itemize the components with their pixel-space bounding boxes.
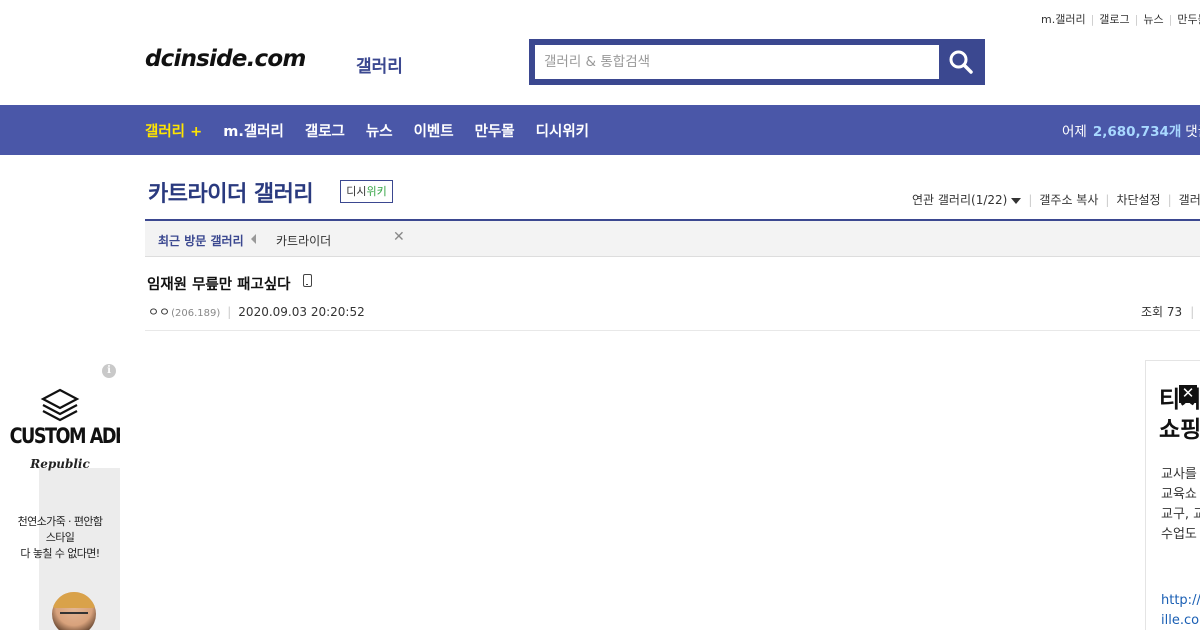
stats-value: 2,680,734개 xyxy=(1092,124,1182,140)
ad-brand: CUSTOM ADE xyxy=(9,424,120,448)
top-utility-menu: m.갤러리 | 갤로그 | 뉴스 | 만두몰 xyxy=(1041,11,1200,27)
recent-visit-bar: 최근 방문 갤러리 카트라이더 ✕ xyxy=(145,219,1200,257)
ad-copy-line: 스타일 xyxy=(45,531,75,544)
ad-close-icon[interactable]: ✕ xyxy=(1179,385,1197,403)
post-title: 임재원 무릎만 패고싶다 xyxy=(147,277,291,293)
separator: | xyxy=(1105,193,1110,207)
ad-copy: 천연소가죽 · 편안함 스타일 다 놓칠 수 없다면! xyxy=(0,514,120,562)
brand-logo-icon xyxy=(40,388,80,422)
ad-brand-script: Republic xyxy=(30,457,90,471)
close-icon[interactable]: ✕ xyxy=(393,229,405,245)
block-settings-button[interactable]: 차단설정 xyxy=(1116,193,1160,207)
search-input[interactable] xyxy=(535,45,939,79)
gnb-item-gallery[interactable]: 갤러리 + xyxy=(145,120,202,141)
right-ad-banner[interactable]: 티처 쇼핑 ✕ 교사를 교육쇼 교구, 교 수업도 http://s ille.… xyxy=(1145,360,1200,630)
author-ip: (206.189) xyxy=(171,308,221,319)
views-label: 조회 xyxy=(1141,305,1164,319)
gnb-item-gallog[interactable]: 갤로그 xyxy=(305,120,345,141)
separator: | xyxy=(1190,305,1195,319)
gnb-menu: 갤러리 + m.갤러리 갤로그 뉴스 이벤트 만두몰 디시위키 xyxy=(145,105,610,155)
copy-gallery-url-button[interactable]: 갤주소 복사 xyxy=(1039,193,1098,207)
ad-url-line: http://s xyxy=(1161,593,1200,608)
ad-body: 교사를 교육쇼 교구, 교 수업도 xyxy=(1161,465,1200,545)
separator: | xyxy=(1028,193,1033,207)
top-menu-mall[interactable]: 만두몰 xyxy=(1177,13,1200,26)
ad-body-line: 교육쇼 xyxy=(1161,487,1197,502)
global-nav: 갤러리 + m.갤러리 갤로그 뉴스 이벤트 만두몰 디시위키 어제 2,680… xyxy=(0,105,1200,155)
ad-copy-line: 천연소가죽 · 편안함 xyxy=(17,515,103,528)
gallery-actions: 연관 갤러리(1/22) | 갤주소 복사 | 차단설정 | 갤러리 xyxy=(912,191,1200,208)
gnb-item-wiki[interactable]: 디시위키 xyxy=(536,120,589,141)
search-icon xyxy=(949,50,973,74)
wiki-badge[interactable]: 디시위키 xyxy=(340,180,393,203)
author-nickname[interactable]: ㅇㅇ xyxy=(148,305,170,319)
caret-down-icon xyxy=(1011,197,1022,204)
search-box xyxy=(529,39,985,85)
ad-url-link[interactable]: http://s ille.co.kr xyxy=(1161,591,1200,630)
separator: | xyxy=(1090,13,1095,26)
related-gallery-dropdown[interactable]: 연관 갤러리(1/22) xyxy=(912,193,1022,207)
ad-body-line: 교구, 교 xyxy=(1161,507,1200,522)
ad-model-glasses xyxy=(60,612,88,621)
gnb-item-news[interactable]: 뉴스 xyxy=(366,120,393,141)
separator: | xyxy=(1168,13,1173,26)
gallery-title[interactable]: 카트라이더 갤러리 xyxy=(148,176,314,208)
recent-visit-label: 최근 방문 갤러리 xyxy=(158,234,244,248)
ad-copy-line: 다 놓칠 수 없다면! xyxy=(20,547,100,560)
mobile-icon xyxy=(303,274,312,287)
site-logo[interactable]: dcinside.com xyxy=(145,46,306,72)
ad-model-image xyxy=(52,592,96,630)
separator: | xyxy=(1134,13,1139,26)
stats-suffix: 댓글 xyxy=(1185,124,1200,140)
ad-url-line: ille.co.kr xyxy=(1161,613,1200,628)
gallery-info-button[interactable]: 갤러리 xyxy=(1179,193,1200,207)
separator: | xyxy=(227,305,232,319)
post-views: 조회 73 | xyxy=(1141,303,1194,320)
recent-gallery-item[interactable]: 카트라이더 xyxy=(276,232,331,249)
post-writer-info: ㅇㅇ(206.189) | 2020.09.03 20:20:52 xyxy=(148,303,365,320)
divider xyxy=(145,330,1200,331)
wiki-badge-suffix: 위키 xyxy=(366,185,387,198)
search-button[interactable] xyxy=(943,45,979,79)
top-menu-news[interactable]: 뉴스 xyxy=(1143,13,1163,26)
site-stats: 어제 2,680,734개 댓글 xyxy=(1062,105,1200,155)
top-menu-gallog[interactable]: 갤로그 xyxy=(1099,13,1129,26)
ad-body-line: 교사를 xyxy=(1161,467,1197,482)
ad-body-line: 수업도 xyxy=(1161,527,1197,542)
stats-label: 어제 xyxy=(1062,124,1087,140)
gnb-item-event[interactable]: 이벤트 xyxy=(414,120,454,141)
left-ad-banner[interactable]: i CUSTOM ADE Republic 천연소가죽 · 편안함 스타일 다 … xyxy=(0,360,120,630)
wiki-badge-prefix: 디시 xyxy=(346,185,367,198)
ad-model-hair xyxy=(52,592,96,608)
gnb-item-mall[interactable]: 만두몰 xyxy=(475,120,515,141)
ad-info-icon[interactable]: i xyxy=(102,364,116,378)
arrow-left-icon[interactable] xyxy=(251,234,256,244)
post-date: 2020.09.03 20:20:52 xyxy=(238,305,365,319)
separator: | xyxy=(1167,193,1172,207)
top-menu-m-gallery[interactable]: m.갤러리 xyxy=(1041,13,1086,26)
related-gallery-label: 연관 갤러리(1/22) xyxy=(912,193,1008,207)
views-count: 73 xyxy=(1166,305,1183,319)
gnb-item-m-gallery[interactable]: m.갤러리 xyxy=(223,120,284,141)
site-logo-gallery[interactable]: 갤러리 xyxy=(356,52,403,77)
ad-title-line: 쇼핑 xyxy=(1159,417,1200,443)
